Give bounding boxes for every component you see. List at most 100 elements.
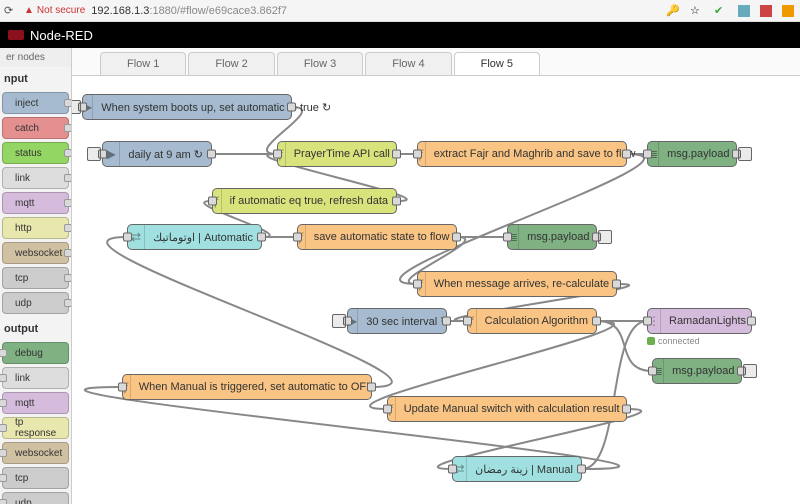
port-out[interactable] <box>452 233 461 242</box>
flow-node-ramadan[interactable]: ⋮RamadanLights <box>647 308 752 334</box>
check-icon[interactable]: ✔ <box>714 4 728 18</box>
star-icon[interactable]: ☆ <box>690 4 704 18</box>
flow-node-savestate[interactable]: ƒsave automatic state to flow <box>297 224 457 250</box>
palette-node-inject[interactable]: inject <box>2 92 69 114</box>
flow-node-boot[interactable]: ▶When system boots up, set automatic to … <box>82 94 292 120</box>
flow-node-dbg3[interactable]: ≣msg.payload <box>652 358 742 384</box>
not-secure-badge[interactable]: ▲ Not secure <box>24 5 85 16</box>
port-in[interactable] <box>463 317 472 326</box>
node-label: When system boots up, set automatic to t… <box>93 101 339 114</box>
port-in[interactable] <box>648 367 657 376</box>
port-in[interactable] <box>643 317 652 326</box>
url-host: 192.168.1.3 <box>91 5 149 17</box>
port-out[interactable] <box>257 233 266 242</box>
port-out[interactable] <box>287 103 296 112</box>
port-out[interactable] <box>392 150 401 159</box>
port-in[interactable] <box>503 233 512 242</box>
wire[interactable] <box>582 321 647 469</box>
palette-node-websocket[interactable]: websocket <box>2 442 69 464</box>
flow-node-calc[interactable]: ƒCalculation Algorithm <box>467 308 597 334</box>
port-out[interactable] <box>592 317 601 326</box>
port-in[interactable] <box>118 383 127 392</box>
flow-node-daily[interactable]: ▶daily at 9 am ↻ <box>102 141 212 167</box>
port-in[interactable] <box>383 405 392 414</box>
inject-button[interactable] <box>87 147 101 161</box>
debug-toggle-button[interactable] <box>738 147 752 161</box>
palette-node-websocket[interactable]: websocket <box>2 242 69 264</box>
wire[interactable] <box>597 321 652 371</box>
palette-node-link[interactable]: link <box>2 167 69 189</box>
extension-icon-1[interactable] <box>738 5 750 17</box>
flow-node-api[interactable]: ƒPrayerTime API call <box>277 141 397 167</box>
port-in[interactable] <box>123 233 132 242</box>
flow-node-manualoff[interactable]: ƒWhen Manual is triggered, set automatic… <box>122 374 372 400</box>
node-label: daily at 9 am ↻ <box>120 148 211 161</box>
url-path: /#flow/e69cace3.862f7 <box>177 5 287 17</box>
port-out[interactable] <box>612 280 621 289</box>
key-icon[interactable]: 🔑 <box>666 4 680 18</box>
wire[interactable] <box>400 154 644 284</box>
reload-icon[interactable]: ⟳ <box>4 4 18 18</box>
port-out[interactable] <box>207 150 216 159</box>
flow-node-extract[interactable]: ƒextract Fajr and Maghrib and save to fl… <box>417 141 627 167</box>
port-out[interactable] <box>622 150 631 159</box>
flow-node-recalc[interactable]: ƒWhen message arrives, re-calculate <box>417 271 617 297</box>
port-out[interactable] <box>392 197 401 206</box>
flow-tabs: Flow 1Flow 2Flow 3Flow 4Flow 5 <box>72 48 800 76</box>
port-in[interactable] <box>413 150 422 159</box>
port-out[interactable] <box>577 465 586 474</box>
url-display[interactable]: 192.168.1.3:1880/#flow/e69cace3.862f7 <box>91 5 287 17</box>
tab-flow-2[interactable]: Flow 2 <box>188 52 274 75</box>
app-header: Node-RED <box>0 22 800 48</box>
node-label: اوتوماتيك | Automatic <box>145 231 261 244</box>
palette-node-http[interactable]: http <box>2 217 69 239</box>
node-label: Calculation Algorithm <box>477 315 596 327</box>
tab-flow-1[interactable]: Flow 1 <box>100 52 186 75</box>
flow-node-manualsw[interactable]: ⇄زينة رمضان | Manual <box>452 456 582 482</box>
port-in[interactable] <box>293 233 302 242</box>
palette-node-debug[interactable]: debug <box>2 342 69 364</box>
inject-button[interactable] <box>72 100 81 114</box>
port-out[interactable] <box>747 317 756 326</box>
port-in[interactable] <box>643 150 652 159</box>
debug-toggle-button[interactable] <box>743 364 757 378</box>
node-label: if automatic eq true, refresh data <box>222 195 396 207</box>
palette-node-udp[interactable]: udp <box>2 492 69 504</box>
debug-toggle-button[interactable] <box>598 230 612 244</box>
port-in[interactable] <box>208 197 217 206</box>
palette-node-udp[interactable]: udp <box>2 292 69 314</box>
tab-flow-4[interactable]: Flow 4 <box>365 52 451 75</box>
extension-icon-3[interactable] <box>782 5 794 17</box>
port-out[interactable] <box>622 405 631 414</box>
palette-node-status[interactable]: status <box>2 142 69 164</box>
flow-canvas[interactable]: ▶When system boots up, set automatic to … <box>72 76 800 504</box>
flow-node-dbg1[interactable]: ≣msg.payload <box>647 141 737 167</box>
extension-icon-2[interactable] <box>760 5 772 17</box>
node-label: extract Fajr and Maghrib and save to flo… <box>426 148 644 160</box>
port-out[interactable] <box>367 383 376 392</box>
port-in[interactable] <box>413 280 422 289</box>
palette-node-tcp[interactable]: tcp <box>2 267 69 289</box>
flow-node-ifauto[interactable]: ƒif automatic eq true, refresh data <box>212 188 397 214</box>
warning-icon: ▲ <box>24 5 34 16</box>
inject-button[interactable] <box>332 314 346 328</box>
palette-node-mqtt[interactable]: mqtt <box>2 192 69 214</box>
palette-filter[interactable]: er nodes <box>0 48 71 67</box>
nodered-logo-icon <box>8 30 24 40</box>
flow-node-dbg2[interactable]: ≣msg.payload <box>507 224 597 250</box>
tab-flow-5[interactable]: Flow 5 <box>454 52 540 75</box>
tab-flow-3[interactable]: Flow 3 <box>277 52 363 75</box>
palette-node-catch[interactable]: catch <box>2 117 69 139</box>
node-label: When message arrives, re-calculate <box>426 278 617 290</box>
port-out[interactable] <box>442 317 451 326</box>
palette-node-mqtt[interactable]: mqtt <box>2 392 69 414</box>
palette-node-tp-response[interactable]: tp response <box>2 417 69 439</box>
palette-node-link[interactable]: link <box>2 367 69 389</box>
flow-node-update[interactable]: ƒUpdate Manual switch with calculation r… <box>387 396 627 422</box>
palette-node-tcp[interactable]: tcp <box>2 467 69 489</box>
flow-node-interval[interactable]: ▶30 sec interval ↻ <box>347 308 447 334</box>
port-in[interactable] <box>448 465 457 474</box>
port-in[interactable] <box>273 150 282 159</box>
browser-address-bar: ⟳ ▲ Not secure 192.168.1.3:1880/#flow/e6… <box>0 0 800 22</box>
flow-node-autosw[interactable]: ⇄اوتوماتيك | Automatic <box>127 224 262 250</box>
